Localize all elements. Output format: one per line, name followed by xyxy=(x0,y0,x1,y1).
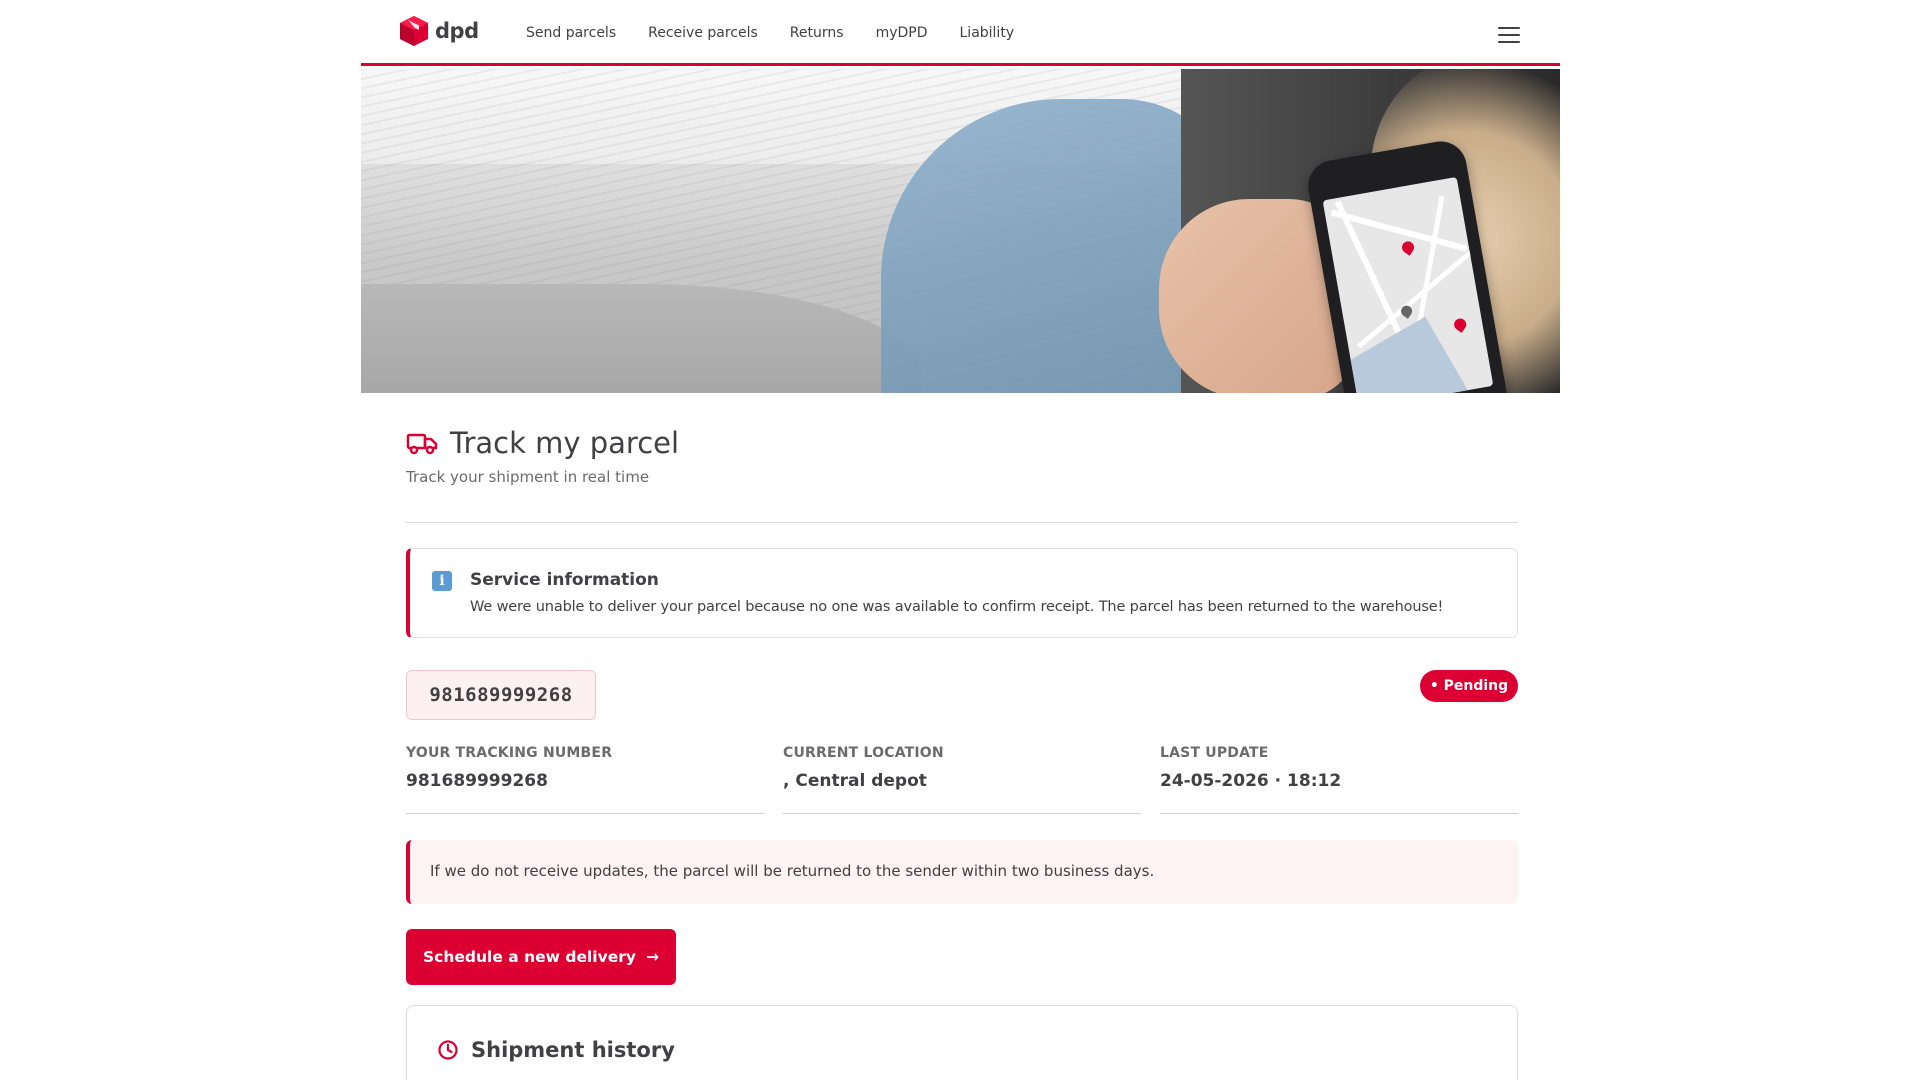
schedule-delivery-label: Schedule a new delivery xyxy=(423,948,636,966)
divider xyxy=(406,522,1518,523)
last-update-label: Last update xyxy=(1160,745,1269,761)
current-location-label: Current location xyxy=(783,745,944,761)
page-subtitle: Track your shipment in real time xyxy=(406,468,650,486)
tracking-number-label: Your tracking number xyxy=(406,745,613,761)
clock-icon xyxy=(438,1040,458,1060)
dpd-cube-icon xyxy=(400,16,428,46)
main-nav: Send parcels Receive parcels Returns myD… xyxy=(526,25,1014,41)
tracking-number-value: 981689999268 xyxy=(406,771,548,791)
tracking-number-chip: 981689999268 xyxy=(406,670,596,720)
shipment-history-card: Shipment history xyxy=(406,1005,1518,1080)
hero-image xyxy=(361,69,1560,393)
page-title-row: Track my parcel xyxy=(406,426,679,460)
page-title: Track my parcel xyxy=(450,426,680,460)
schedule-delivery-button[interactable]: Schedule a new delivery → xyxy=(406,929,676,985)
last-update-field: Last update 24-05-2026 · 18:12 xyxy=(1160,745,1518,814)
return-warning-box: If we do not receive updates, the parcel… xyxy=(406,840,1518,904)
return-warning-text: If we do not receive updates, the parcel… xyxy=(430,862,1155,880)
current-location-field: Current location , Central depot xyxy=(783,745,1141,814)
nav-returns[interactable]: Returns xyxy=(790,25,844,41)
last-update-value: 24-05-2026 · 18:12 xyxy=(1160,771,1342,791)
logo-text: dpd xyxy=(435,19,479,43)
service-info-text: We were unable to deliver your parcel be… xyxy=(470,599,1444,615)
hamburger-menu-icon[interactable] xyxy=(1498,27,1520,43)
nav-mydpd[interactable]: myDPD xyxy=(876,25,928,41)
page: dpd Send parcels Receive parcels Returns… xyxy=(0,0,1920,1080)
current-location-value: , Central depot xyxy=(783,771,927,791)
shipment-history-title: Shipment history xyxy=(471,1038,675,1062)
info-icon: i xyxy=(432,571,452,591)
site-header: dpd Send parcels Receive parcels Returns… xyxy=(361,0,1560,66)
tracking-number-field: Your tracking number 981689999268 xyxy=(406,745,764,814)
nav-send-parcels[interactable]: Send parcels xyxy=(526,25,616,41)
service-info-title: Service information xyxy=(470,570,659,590)
dpd-logo[interactable]: dpd xyxy=(399,15,479,47)
service-information-box: i Service information We were unable to … xyxy=(406,548,1518,638)
nav-liability[interactable]: Liability xyxy=(960,25,1015,41)
shipment-history-header: Shipment history xyxy=(437,1038,675,1062)
status-badge: • Pending xyxy=(1420,670,1518,702)
arrow-right-icon: → xyxy=(645,948,659,966)
truck-icon xyxy=(406,433,438,455)
nav-receive-parcels[interactable]: Receive parcels xyxy=(648,25,758,41)
